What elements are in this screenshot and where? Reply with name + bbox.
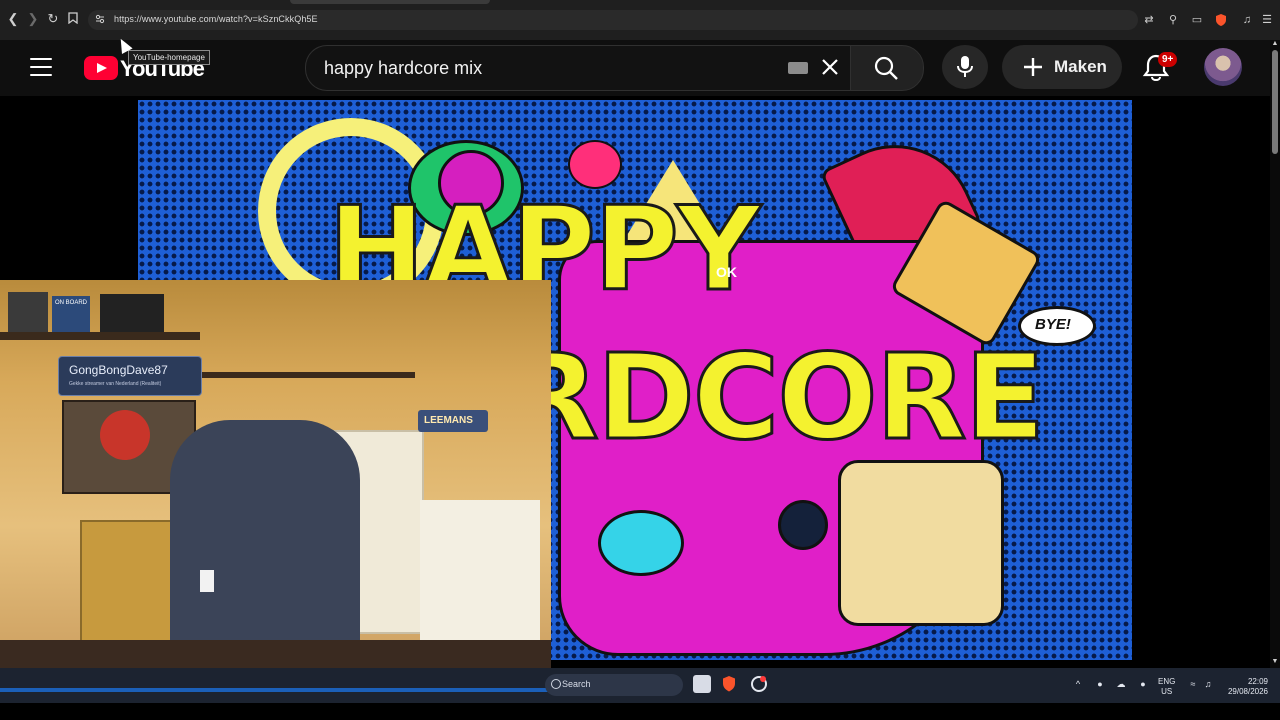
- art-cyan-drop: [598, 510, 684, 576]
- mic-tray-icon[interactable]: ●: [1138, 679, 1148, 689]
- webcam-sign-text: ON BOARD: [55, 300, 88, 306]
- webcam-sign: ON BOARD: [52, 296, 90, 332]
- guide-menu-icon[interactable]: [30, 58, 52, 76]
- voice-search-button[interactable]: [942, 45, 988, 89]
- art-ok-text: OK: [716, 264, 737, 280]
- cloud-tray-icon[interactable]: ☁: [1116, 679, 1126, 689]
- create-button[interactable]: Maken: [1002, 45, 1122, 89]
- tab-strip-edge: [290, 0, 490, 4]
- webcam-poster: [8, 292, 48, 332]
- microphone-icon: [957, 56, 973, 77]
- art-skull-shape: [838, 460, 1004, 626]
- search-button[interactable]: [850, 45, 924, 91]
- leemans-box: LEEMANS: [418, 410, 488, 432]
- clock-date: 29/08/2026: [1227, 687, 1268, 696]
- create-label: Maken: [1054, 57, 1107, 76]
- back-icon[interactable]: ❮: [6, 12, 20, 26]
- taskbar-search-label: Search: [562, 679, 591, 689]
- language-code: ENG: [1158, 677, 1176, 686]
- clear-search-icon[interactable]: [819, 56, 841, 78]
- search-query-text: happy hardcore mix: [324, 58, 483, 78]
- leemans-label: LEEMANS: [424, 415, 473, 426]
- art-bye-bubble: BYE!: [1018, 306, 1096, 346]
- webcam-shelf-middle: [200, 372, 415, 378]
- browser-toolbar: ❮ ❯ ↻ https://www.youtube.com/watch?v=kS…: [0, 0, 1280, 41]
- forward-icon[interactable]: ❯: [26, 12, 40, 26]
- webcam-cabinet: [420, 500, 540, 640]
- brave-shield-icon[interactable]: [1214, 13, 1228, 27]
- show-hidden-icons[interactable]: ^: [1073, 679, 1083, 689]
- taskbar-accent: [0, 688, 551, 692]
- translate-icon[interactable]: ⇄: [1142, 13, 1156, 27]
- webcam-overlay: ON BOARD GongBongDave87 Gekke streamer v…: [0, 280, 551, 690]
- media-icon[interactable]: ♫: [1240, 13, 1254, 27]
- notification-count-badge: 9+: [1158, 52, 1178, 67]
- youtube-play-icon: [84, 56, 118, 80]
- input-language[interactable]: ENG US: [1158, 677, 1175, 697]
- menu-icon[interactable]: ☰: [1260, 13, 1274, 27]
- address-bar[interactable]: https://www.youtube.com/watch?v=kSznCkkQ…: [88, 10, 1138, 30]
- streamer-subtitle: Gekke streamer van Nederland (Realiteit): [69, 381, 162, 387]
- clock[interactable]: 22:09 29/08/2026: [1224, 677, 1268, 697]
- wifi-icon[interactable]: ≈: [1188, 679, 1198, 689]
- streamer-name: GongBongDave87: [69, 363, 168, 377]
- site-settings-icon[interactable]: [95, 14, 105, 24]
- search-input[interactable]: happy hardcore mix: [305, 45, 851, 91]
- webcam-shelf-top: [0, 332, 200, 340]
- webcam-frame: [100, 294, 164, 332]
- art-bye-text: BYE!: [1035, 316, 1071, 333]
- scroll-down-icon[interactable]: ▼: [1271, 658, 1279, 665]
- webcam-tag: [200, 570, 214, 592]
- bookmark-icon[interactable]: [66, 12, 80, 26]
- art-title-hardcore: RDCORE: [506, 327, 1046, 468]
- zoom-icon[interactable]: ⚲: [1166, 13, 1180, 27]
- art-bomb: [778, 500, 828, 550]
- reload-icon[interactable]: ↻: [46, 12, 60, 26]
- account-avatar[interactable]: [1204, 48, 1242, 86]
- clock-time: 22:09: [1247, 677, 1268, 686]
- taskbar-search[interactable]: Search: [545, 674, 683, 696]
- taskbar-search-icon: [551, 679, 561, 689]
- search-icon: [874, 56, 898, 80]
- logo-tooltip: YouTube-homepage: [128, 50, 210, 65]
- app-icon[interactable]: [750, 675, 768, 693]
- discord-tray-icon[interactable]: ●: [1095, 679, 1105, 689]
- language-region: US: [1161, 687, 1173, 696]
- webcam-toad-figure: [100, 410, 150, 460]
- cast-icon[interactable]: ▭: [1190, 13, 1204, 27]
- webcam-wooden-cabinet: [80, 520, 174, 654]
- task-view-icon[interactable]: [693, 675, 711, 693]
- scrollbar-thumb[interactable]: [1272, 50, 1278, 154]
- streamer-name-tag: GongBongDave87 Gekke streamer van Nederl…: [58, 356, 202, 396]
- keyboard-icon[interactable]: [788, 62, 808, 74]
- url-text: https://www.youtube.com/watch?v=kSznCkkQ…: [114, 14, 318, 24]
- page-scrollbar[interactable]: ▲ ▼: [1270, 40, 1280, 668]
- brave-browser-icon[interactable]: [720, 675, 738, 693]
- scroll-up-icon[interactable]: ▲: [1271, 40, 1279, 47]
- plus-icon: [1024, 58, 1042, 76]
- volume-icon[interactable]: ♫: [1203, 679, 1213, 689]
